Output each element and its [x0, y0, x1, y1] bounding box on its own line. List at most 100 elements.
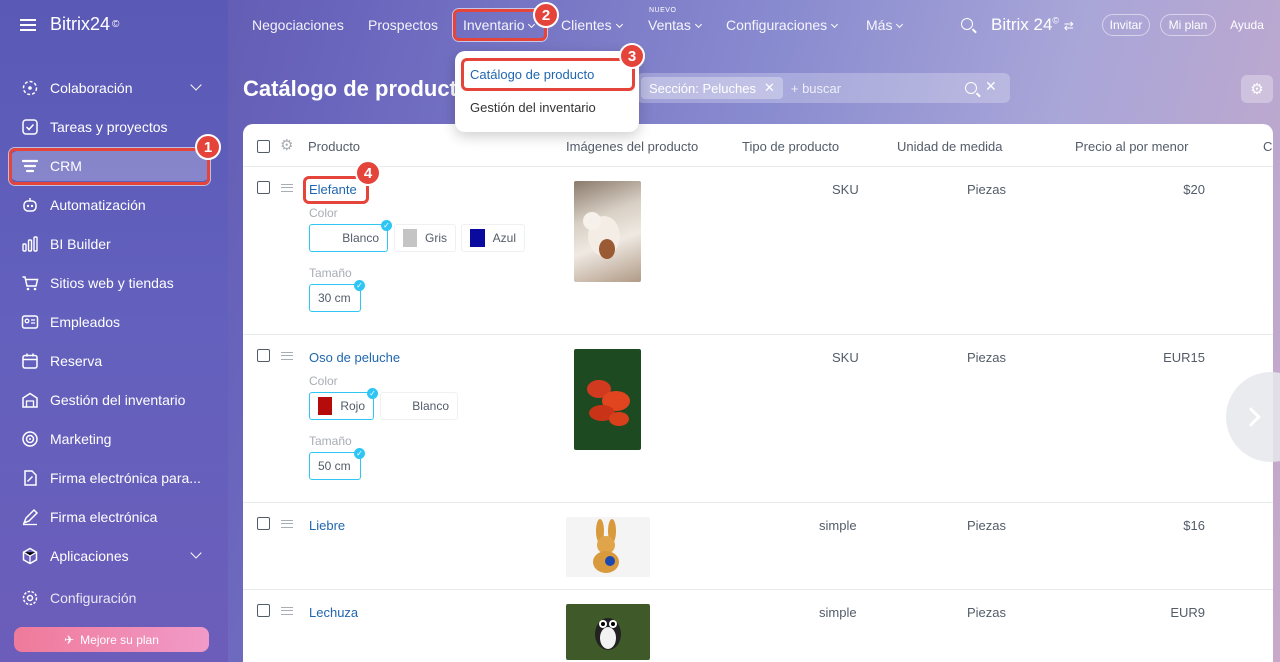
callout-badge: 1 [195, 134, 221, 160]
variant-size[interactable]: 30 cm ✓ [309, 280, 365, 312]
sidebar-item-firma-para[interactable]: Firma electrónica para... [10, 463, 210, 493]
sidebar-item-sitios[interactable]: Sitios web y tiendas [10, 268, 210, 298]
invite-button[interactable]: Invitar [1102, 14, 1150, 36]
row-checkbox[interactable] [257, 517, 270, 530]
help-button[interactable]: Ayuda [1226, 14, 1268, 36]
color-swatch [470, 229, 485, 247]
sidebar-item-firma[interactable]: Firma electrónica [10, 502, 210, 532]
product-unit: Piezas [967, 182, 1007, 197]
filter-bar[interactable]: Sección: Peluches ✕ + buscar ✕ [637, 73, 1010, 103]
close-icon[interactable]: ✕ [985, 78, 997, 95]
column-header[interactable]: C [1263, 139, 1272, 154]
tab-prospectos[interactable]: Prospectos [368, 17, 438, 33]
tab-clientes[interactable]: Clientes [561, 17, 623, 33]
variant-size[interactable]: 50 cm ✓ [309, 448, 365, 480]
brand[interactable]: Bitrix24 © [20, 14, 119, 35]
sidebar-item-tareas[interactable]: Tareas y proyectos [10, 112, 210, 142]
product-image[interactable] [566, 517, 650, 577]
chevron-down-icon[interactable] [190, 79, 202, 91]
gear-icon [20, 588, 40, 608]
sidebar-item-label: Sitios web y tiendas [50, 275, 174, 291]
sidebar-item-label: BI Builder [50, 236, 111, 252]
select-all-checkbox[interactable] [257, 140, 270, 153]
variant-label: Azul [492, 231, 516, 245]
search-input[interactable]: + buscar [791, 81, 841, 96]
check-icon: ✓ [367, 388, 378, 399]
employees-icon [20, 312, 40, 332]
tab-label: Configuraciones [726, 17, 828, 33]
row-checkbox[interactable] [257, 604, 270, 617]
product-image[interactable] [574, 181, 641, 282]
drag-handle-icon[interactable] [281, 184, 293, 192]
product-image[interactable] [566, 604, 650, 660]
settings-button[interactable]: ⚙ [1241, 75, 1273, 103]
sidebar-item-marketing[interactable]: Marketing [10, 424, 210, 454]
tab-negociaciones[interactable]: Negociaciones [252, 17, 344, 33]
product-name-link[interactable]: Liebre [309, 518, 345, 533]
brand-right[interactable]: Bitrix 24© ⇄ [991, 15, 1074, 35]
search-icon[interactable] [965, 82, 977, 94]
sidebar-item-gestion-inventario[interactable]: Gestión del inventario [10, 385, 210, 415]
sidebar-item-label: Empleados [50, 314, 121, 330]
chevron-down-icon [896, 20, 904, 29]
sidebar-item-label: Reserva [50, 353, 103, 369]
tab-ventas[interactable]: Ventas [648, 17, 702, 33]
menu-icon[interactable] [20, 18, 36, 31]
upgrade-button[interactable]: ✈ Mejore su plan [14, 627, 209, 652]
my-plan-button[interactable]: Mi plan [1160, 14, 1216, 36]
color-swatch [318, 229, 335, 247]
divider [243, 334, 1273, 335]
sidebar-item-empleados[interactable]: Empleados [10, 307, 210, 337]
row-checkbox[interactable] [257, 181, 270, 194]
callout-badge: 2 [533, 2, 559, 28]
upgrade-label: Mejore su plan [80, 632, 159, 647]
row-checkbox[interactable] [257, 349, 270, 362]
product-price: EUR15 [1163, 350, 1205, 365]
drag-handle-icon[interactable] [281, 352, 293, 360]
product-name-link[interactable]: Oso de peluche [309, 350, 400, 365]
column-header[interactable]: Imágenes del producto [566, 139, 698, 154]
variant-color-azul[interactable]: Azul [461, 224, 525, 252]
variant-label: 50 cm [318, 459, 351, 473]
column-header[interactable]: Precio al por menor [1075, 139, 1188, 154]
drag-handle-icon[interactable] [281, 607, 293, 615]
sidebar-item-automatizacion[interactable]: Automatización [10, 190, 210, 220]
sidebar: Bitrix24 © Colaboración Tareas y proyecto… [0, 0, 228, 662]
tab-mas[interactable]: Más [866, 17, 904, 33]
rocket-icon: ✈ [64, 632, 75, 647]
gear-icon[interactable]: ⚙ [280, 136, 293, 154]
page-title: Catálogo de producto [243, 76, 471, 101]
chevron-down-icon[interactable] [190, 547, 202, 559]
variant-color-blanco[interactable]: Blanco ✓ [309, 220, 392, 252]
variant-color-gris[interactable]: Gris [394, 224, 456, 252]
search-icon[interactable] [961, 18, 973, 30]
product-price: $20 [1183, 182, 1205, 197]
product-image[interactable] [574, 349, 641, 450]
callout-badge: 4 [355, 160, 381, 186]
menu-item-gestion-inventario[interactable]: Gestión del inventario [470, 100, 596, 115]
column-header[interactable]: Tipo de producto [742, 139, 839, 154]
tab-label: Ventas [648, 17, 691, 33]
sidebar-item-bi-builder[interactable]: BI Builder [10, 229, 210, 259]
close-icon[interactable]: ✕ [764, 80, 775, 96]
tab-configuraciones[interactable]: Configuraciones [726, 17, 839, 33]
filter-tag-label: Sección: Peluches [649, 80, 756, 96]
bi-icon [20, 234, 40, 254]
size-label: Tamaño [309, 266, 352, 280]
size-label: Tamaño [309, 434, 352, 448]
color-swatch [403, 229, 417, 247]
sidebar-item-configuracion[interactable]: Configuración [10, 583, 210, 613]
product-unit: Piezas [967, 350, 1007, 365]
variant-color-blanco[interactable]: Blanco [380, 392, 458, 420]
column-header[interactable]: Producto [308, 139, 360, 154]
column-header[interactable]: Unidad de medida [897, 139, 1003, 154]
variant-color-rojo[interactable]: Rojo ✓ [309, 388, 378, 420]
filter-tag[interactable]: Sección: Peluches ✕ [641, 77, 783, 99]
sidebar-item-aplicaciones[interactable]: Aplicaciones [10, 541, 210, 571]
calendar-icon [20, 351, 40, 371]
product-name-link[interactable]: Lechuza [309, 605, 358, 620]
callout-badge: 3 [619, 43, 645, 69]
sidebar-item-reserva[interactable]: Reserva [10, 346, 210, 376]
drag-handle-icon[interactable] [281, 520, 293, 528]
sidebar-item-colaboracion[interactable]: Colaboración [10, 73, 210, 103]
